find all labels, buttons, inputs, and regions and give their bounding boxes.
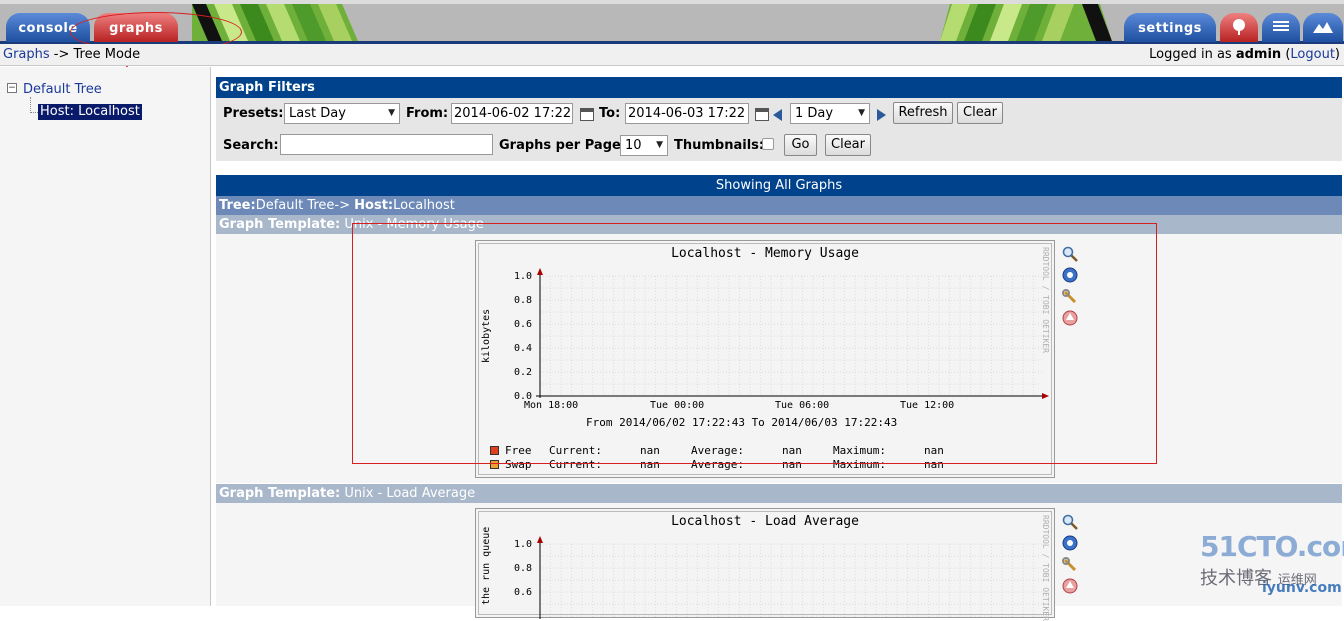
- timespan-select[interactable]: 1 Day ▼: [790, 103, 870, 124]
- from-calendar-icon[interactable]: [580, 108, 594, 121]
- from-label: From:: [406, 106, 449, 121]
- tree-path-tree-label: Tree:: [219, 198, 256, 213]
- wrench-icon[interactable]: [1062, 557, 1078, 573]
- login-info: Logged in as admin (Logout): [1149, 47, 1340, 62]
- refresh-button[interactable]: Refresh: [893, 102, 953, 124]
- timespan-value: 1 Day: [795, 106, 834, 121]
- shift-right-icon[interactable]: [877, 109, 886, 121]
- tree-view-icon: [1233, 19, 1245, 35]
- list-view-tab[interactable]: [1262, 13, 1300, 42]
- from-date-input[interactable]: 2014-06-02 17:22: [451, 103, 573, 124]
- tree-root-default-tree[interactable]: Default Tree: [23, 82, 102, 97]
- presets-select[interactable]: Last Day ▼: [284, 103, 400, 124]
- zoom-icon[interactable]: [1062, 514, 1078, 530]
- header-decoration-right: [940, 4, 1112, 41]
- breadcrumb-graphs-link[interactable]: Graphs: [3, 47, 50, 62]
- thumbnails-label: Thumbnails:: [674, 138, 765, 153]
- login-prefix: Logged in as: [1149, 47, 1232, 62]
- chevron-down-icon: ▼: [858, 108, 865, 118]
- load-average-graph[interactable]: Localhost - Load Average the run queue R…: [475, 508, 1055, 621]
- preview-view-icon: [1313, 22, 1333, 33]
- caret-up-icon[interactable]: [1062, 578, 1078, 594]
- info-icon[interactable]: [1062, 535, 1078, 551]
- clear-search-button[interactable]: Clear: [825, 134, 871, 156]
- thumbnails-checkbox[interactable]: [762, 138, 774, 150]
- graph-template-label: Graph Template:: [219, 217, 341, 232]
- annotation-rectangle: [352, 223, 1157, 464]
- tree-leaf-localhost[interactable]: Host: Localhost: [38, 104, 142, 120]
- to-calendar-icon[interactable]: [755, 108, 769, 121]
- showing-all-graphs-header: Showing All Graphs: [216, 175, 1342, 196]
- graphs-per-page-label: Graphs per Page:: [499, 138, 627, 153]
- y-tick: 0.6: [514, 587, 533, 598]
- graph-filters-header: Graph Filters: [216, 77, 1342, 98]
- search-label: Search:: [223, 138, 279, 153]
- watermark-logo-text: 51CTO.com: [1200, 530, 1344, 563]
- site-watermark: 51CTO.com 技术博客 运维网 iyunv.com: [1200, 530, 1344, 602]
- graphs-per-page-select[interactable]: 10 ▼: [620, 135, 668, 156]
- breadcrumb-current: Tree Mode: [73, 47, 141, 62]
- graph-plot: [537, 536, 1042, 619]
- tree-path-tree-value: Default Tree->: [255, 198, 350, 213]
- to-label: To:: [599, 106, 621, 121]
- graph-template-label: Graph Template:: [219, 486, 341, 501]
- y-tick: 0.8: [514, 563, 533, 574]
- login-user: admin: [1235, 47, 1282, 62]
- chevron-down-icon: ▼: [388, 108, 395, 118]
- graph-grid: [539, 543, 1042, 619]
- search-input[interactable]: [280, 134, 493, 155]
- to-date-input[interactable]: 2014-06-03 17:22: [625, 103, 749, 124]
- tree-path-row: Tree:Default Tree-> Host:Localhost: [216, 196, 1342, 215]
- graph-template-name: Unix - Load Average: [344, 486, 476, 501]
- tree-connector-h: [30, 112, 38, 113]
- logout-link[interactable]: Logout: [1290, 47, 1335, 62]
- tree-view-tab[interactable]: [1220, 13, 1258, 42]
- tree-path-host-label: Host:: [354, 198, 394, 213]
- clear-button[interactable]: Clear: [957, 102, 1003, 124]
- list-view-icon: [1273, 21, 1289, 31]
- graph-template-row: Graph Template: Unix - Load Average: [216, 484, 1342, 503]
- graphs-per-page-value: 10: [625, 138, 642, 153]
- tree-path-host-value: Localhost: [393, 198, 455, 213]
- tree-collapse-icon[interactable]: −: [7, 83, 17, 93]
- breadcrumb: Graphs -> Tree Mode: [3, 47, 140, 62]
- shift-left-icon[interactable]: [773, 109, 782, 121]
- go-button[interactable]: Go: [784, 134, 817, 156]
- graph-filters-panel: Presets: Last Day ▼ From: 2014-06-02 17:…: [216, 98, 1342, 161]
- chevron-down-icon: ▼: [656, 140, 663, 150]
- tab-settings[interactable]: settings: [1124, 13, 1216, 42]
- presets-value: Last Day: [289, 106, 346, 121]
- breadcrumb-bar: Graphs -> Tree Mode Logged in as admin (…: [0, 44, 1344, 66]
- preview-view-tab[interactable]: [1303, 13, 1343, 42]
- tree-panel: − Default Tree Host: Localhost: [0, 67, 211, 606]
- breadcrumb-separator: ->: [53, 47, 70, 62]
- y-tick: 1.0: [514, 539, 533, 550]
- watermark-url: iyunv.com: [1262, 580, 1342, 596]
- tree-connector: [30, 97, 31, 113]
- presets-label: Presets:: [223, 106, 284, 121]
